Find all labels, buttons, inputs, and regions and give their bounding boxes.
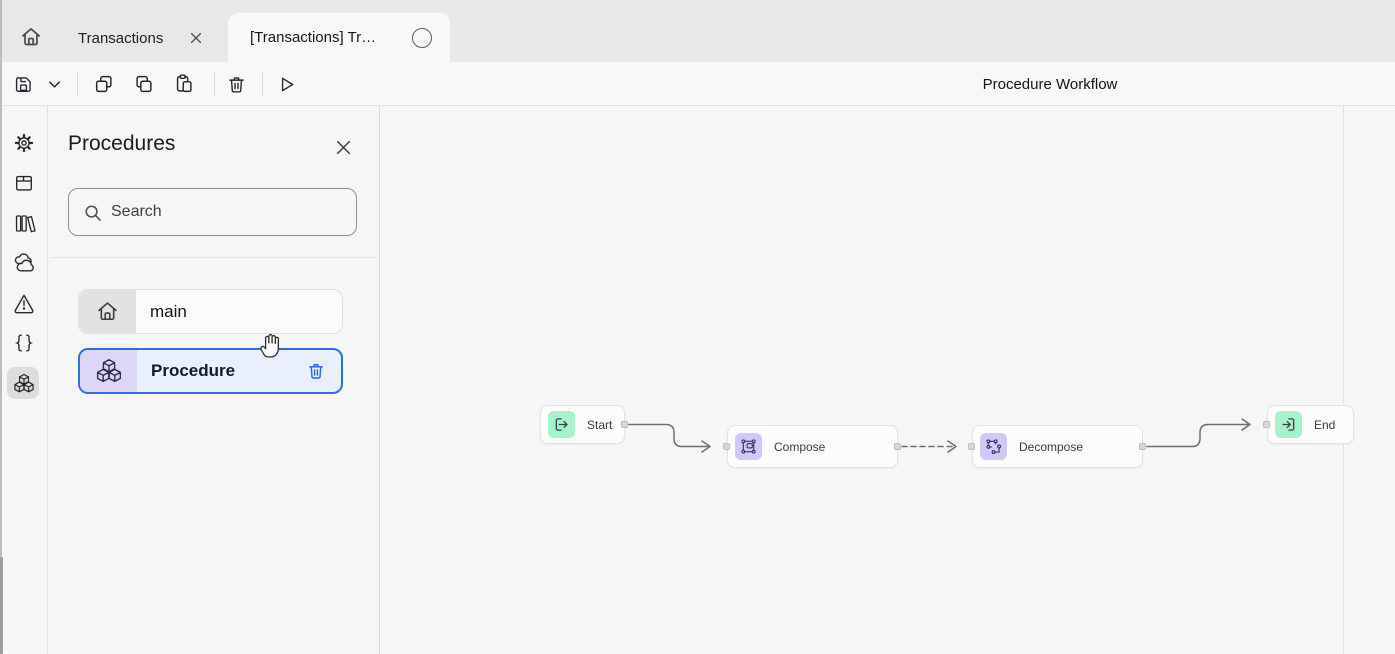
panel-divider <box>50 257 377 258</box>
node-end[interactable]: End <box>1267 405 1354 444</box>
rail-alerts-button[interactable] <box>12 291 36 315</box>
save-menu-button[interactable] <box>42 72 66 96</box>
node-label: Start <box>587 418 612 432</box>
library-icon <box>13 212 36 235</box>
copy-button[interactable] <box>92 72 116 96</box>
workflow-title: Procedure Workflow <box>974 76 1126 93</box>
home-icon <box>18 24 44 50</box>
search-box[interactable] <box>68 188 357 236</box>
port-start-out[interactable] <box>621 421 628 428</box>
port-compose-out[interactable] <box>894 443 901 450</box>
compose-icon <box>735 433 762 460</box>
tab-label: [Transactions] Tr… <box>250 29 376 46</box>
close-icon <box>335 139 352 156</box>
node-start[interactable]: Start <box>540 405 625 444</box>
toolbar <box>0 62 1395 106</box>
trash-icon <box>306 361 326 381</box>
duplicate-button[interactable] <box>132 72 156 96</box>
node-compose[interactable]: Compose <box>727 425 898 468</box>
toolbar-divider <box>214 72 215 96</box>
panel-title: Procedures <box>68 132 175 156</box>
port-end-in[interactable] <box>1263 421 1270 428</box>
play-icon <box>276 74 297 95</box>
procedure-list-item-main[interactable]: main <box>78 289 343 334</box>
toolbar-divider <box>77 72 78 96</box>
node-label: Compose <box>774 440 825 454</box>
item-label: Procedure <box>151 361 305 381</box>
delete-procedure-button[interactable] <box>305 360 327 382</box>
node-label: Decompose <box>1019 440 1083 454</box>
workflow-canvas[interactable] <box>380 106 1395 654</box>
tab-transactions-workflow[interactable]: [Transactions] Tr… <box>228 13 450 62</box>
box-icon <box>13 172 35 194</box>
end-icon <box>1275 411 1302 438</box>
rail-procedures-button[interactable] <box>12 371 36 395</box>
duplicate-icon <box>133 73 155 95</box>
port-compose-in[interactable] <box>723 443 730 450</box>
cubes-icon <box>12 372 36 395</box>
item-label: main <box>150 302 342 322</box>
canvas-boundary-line <box>1343 106 1344 654</box>
copy-icon <box>93 73 115 95</box>
braces-icon <box>13 332 35 354</box>
clouds-icon <box>12 251 36 275</box>
home-button[interactable] <box>16 22 46 52</box>
tab-label: Transactions <box>78 30 163 47</box>
node-decompose[interactable]: Decompose <box>972 425 1143 468</box>
rail-library-button[interactable] <box>12 211 36 235</box>
start-icon <box>548 411 575 438</box>
panel-close-button[interactable] <box>333 137 353 157</box>
toolbar-divider <box>262 72 263 96</box>
port-decompose-out[interactable] <box>1139 443 1146 450</box>
warning-icon <box>13 292 35 314</box>
paste-icon <box>173 73 195 95</box>
search-input[interactable] <box>111 203 342 221</box>
tab-transactions[interactable]: Transactions <box>64 14 217 62</box>
procedure-list-item-procedure[interactable]: Procedure <box>78 348 343 394</box>
rail-code-button[interactable] <box>12 331 36 355</box>
rail-settings-button[interactable] <box>12 131 36 155</box>
delete-button[interactable] <box>224 72 248 96</box>
paste-button[interactable] <box>172 72 196 96</box>
search-icon <box>83 203 102 222</box>
run-button[interactable] <box>274 72 298 96</box>
save-button[interactable] <box>11 72 35 96</box>
close-tab-icon[interactable] <box>189 31 203 45</box>
trash-icon <box>226 74 247 95</box>
cubes-icon <box>80 350 137 392</box>
rail-box-button[interactable] <box>12 171 36 195</box>
window-edge <box>0 0 2 654</box>
node-label: End <box>1314 418 1335 432</box>
unsaved-indicator-icon[interactable] <box>412 28 432 48</box>
save-icon <box>13 74 34 95</box>
rail-scrollbar-thumb[interactable] <box>0 557 3 654</box>
home-icon <box>79 290 136 333</box>
port-decompose-in[interactable] <box>968 443 975 450</box>
chevron-down-icon <box>47 77 62 92</box>
decompose-icon <box>980 433 1007 460</box>
gear-icon <box>13 132 35 154</box>
rail-clouds-button[interactable] <box>12 251 36 275</box>
